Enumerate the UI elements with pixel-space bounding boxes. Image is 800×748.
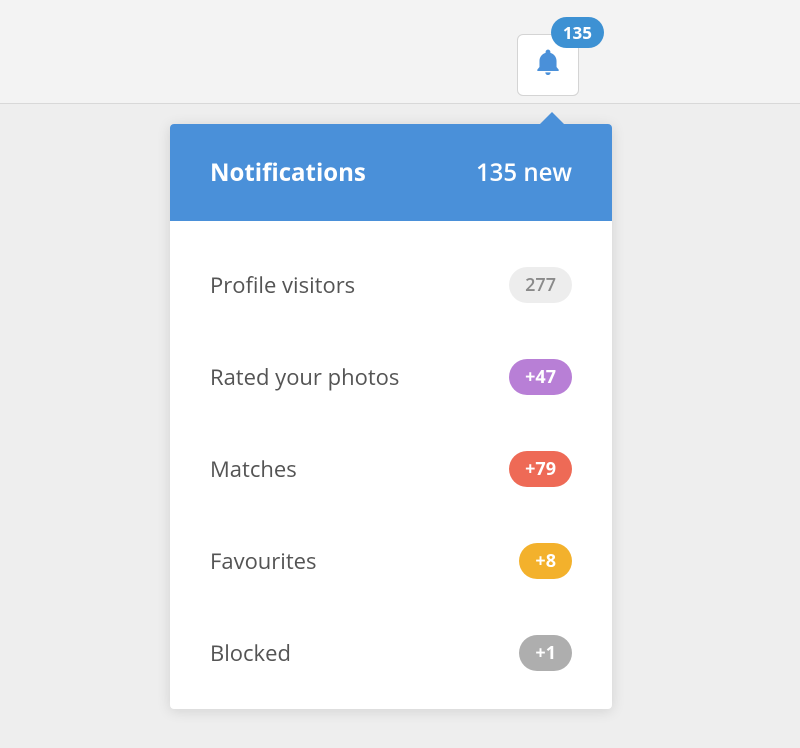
list-item-profile-visitors[interactable]: Profile visitors 277 <box>170 239 612 331</box>
bell-icon <box>532 47 564 84</box>
dropdown-body: Profile visitors 277 Rated your photos +… <box>170 221 612 709</box>
count-badge: +8 <box>519 543 572 579</box>
dropdown-caret <box>540 112 564 124</box>
list-item-favourites[interactable]: Favourites +8 <box>170 515 612 607</box>
dropdown-header: Notifications 135 new <box>170 124 612 221</box>
count-badge: 277 <box>509 267 572 303</box>
notifications-dropdown: Notifications 135 new Profile visitors 2… <box>170 124 612 709</box>
count-badge: +1 <box>519 635 572 671</box>
count-badge: +79 <box>509 451 572 487</box>
list-item-rated-photos[interactable]: Rated your photos +47 <box>170 331 612 423</box>
list-item-label: Blocked <box>210 638 291 668</box>
dropdown-new-count: 135 new <box>476 156 572 189</box>
list-item-blocked[interactable]: Blocked +1 <box>170 607 612 699</box>
list-item-matches[interactable]: Matches +79 <box>170 423 612 515</box>
list-item-label: Rated your photos <box>210 362 399 392</box>
list-item-label: Favourites <box>210 546 317 576</box>
list-item-label: Matches <box>210 454 297 484</box>
list-item-label: Profile visitors <box>210 270 355 300</box>
dropdown-title: Notifications <box>210 156 366 189</box>
top-bar <box>0 0 800 104</box>
notifications-bell-button[interactable]: 135 <box>517 34 579 96</box>
count-badge: +47 <box>509 359 572 395</box>
notifications-count-badge: 135 <box>551 17 604 48</box>
